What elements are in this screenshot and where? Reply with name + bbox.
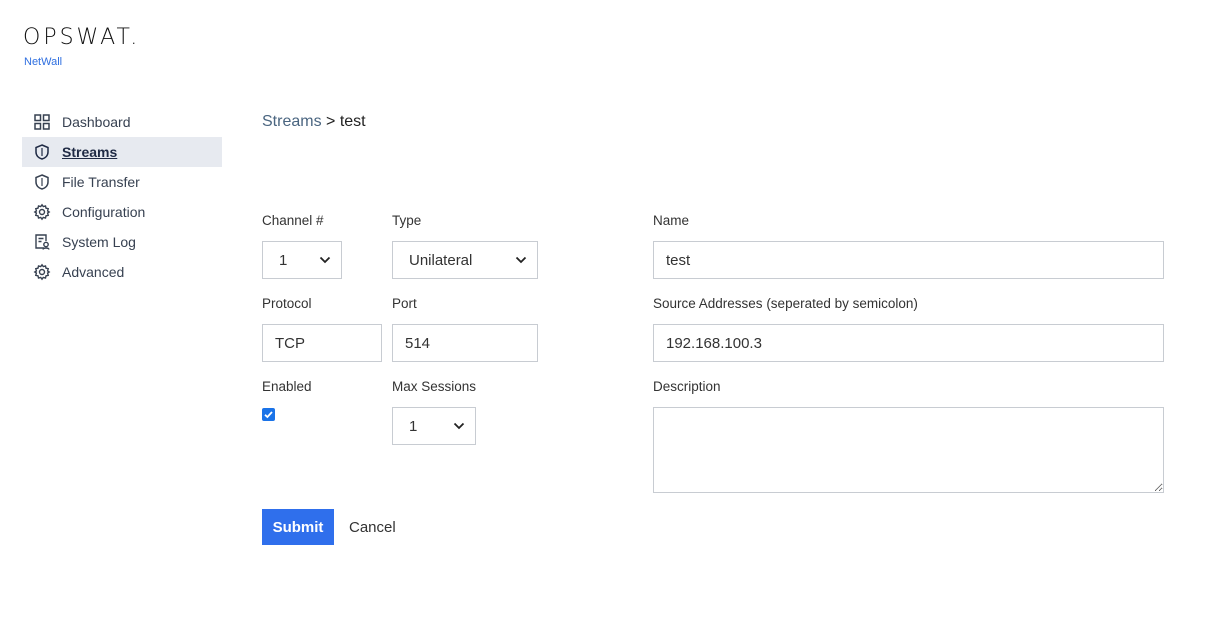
breadcrumb: Streams > test <box>262 113 366 131</box>
enabled-checkbox[interactable] <box>262 408 275 421</box>
sidebar-item-system-log[interactable]: System Log <box>22 227 222 257</box>
name-value: test <box>666 251 691 269</box>
max-sessions-value: 1 <box>409 417 418 435</box>
checkmark-icon <box>264 411 273 419</box>
description-textarea[interactable] <box>653 407 1164 493</box>
log-icon <box>33 233 51 251</box>
name-input[interactable]: test <box>653 241 1164 279</box>
chevron-down-icon <box>319 256 331 264</box>
sidebar-item-label: Dashboard <box>62 114 131 130</box>
sidebar-item-label: Configuration <box>62 204 146 220</box>
type-select[interactable]: Unilateral <box>392 241 538 279</box>
source-addresses-label: Source Addresses (seperated by semicolon… <box>653 296 918 311</box>
sidebar-item-label: System Log <box>62 234 136 250</box>
protocol-input[interactable]: TCP <box>262 324 382 362</box>
cancel-button[interactable]: Cancel <box>349 509 396 545</box>
port-label: Port <box>392 296 417 311</box>
breadcrumb-current: test <box>339 113 366 130</box>
shield-icon <box>33 143 51 161</box>
sidebar-item-file-transfer[interactable]: File Transfer <box>22 167 222 197</box>
protocol-value: TCP <box>275 334 305 352</box>
protocol-label: Protocol <box>262 296 312 311</box>
port-input[interactable]: 514 <box>392 324 538 362</box>
sidebar-item-advanced[interactable]: Advanced <box>22 257 222 287</box>
chevron-down-icon <box>453 422 465 430</box>
gear-icon <box>33 203 51 221</box>
breadcrumb-separator: > <box>326 113 336 130</box>
name-label: Name <box>653 213 690 228</box>
sidebar-item-label: Streams <box>62 144 118 160</box>
sidebar-item-configuration[interactable]: Configuration <box>22 197 222 227</box>
brand-logo: OPSWAT. NetWall <box>23 25 141 69</box>
gear-icon <box>33 263 51 281</box>
sidebar-item-label: Advanced <box>62 264 125 280</box>
description-label: Description <box>653 379 721 394</box>
source-addresses-value: 192.168.100.3 <box>666 334 762 352</box>
brand-name: OPSWAT. <box>23 25 141 50</box>
type-label: Type <box>392 213 422 228</box>
enabled-label: Enabled <box>262 379 312 394</box>
channel-select[interactable]: 1 <box>262 241 342 279</box>
channel-label: Channel # <box>262 213 324 228</box>
type-value: Unilateral <box>409 251 473 269</box>
sidebar-item-streams[interactable]: Streams <box>22 137 222 167</box>
port-value: 514 <box>405 334 431 352</box>
sidebar-item-label: File Transfer <box>62 174 140 190</box>
max-sessions-select[interactable]: 1 <box>392 407 476 445</box>
source-addresses-input[interactable]: 192.168.100.3 <box>653 324 1164 362</box>
max-sessions-label: Max Sessions <box>392 379 477 394</box>
shield-icon <box>33 173 51 191</box>
breadcrumb-streams-link[interactable]: Streams <box>262 113 322 130</box>
channel-value: 1 <box>279 251 288 269</box>
product-name: NetWall <box>24 56 63 68</box>
submit-button[interactable]: Submit <box>262 509 334 545</box>
sidebar: Dashboard Streams File Transfer Configur… <box>22 107 222 287</box>
grid-icon <box>33 113 51 131</box>
sidebar-item-dashboard[interactable]: Dashboard <box>22 107 222 137</box>
chevron-down-icon <box>515 256 527 264</box>
